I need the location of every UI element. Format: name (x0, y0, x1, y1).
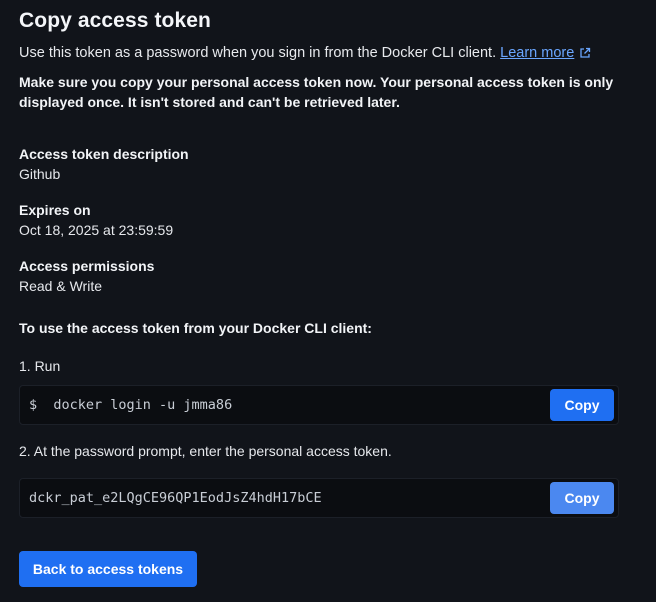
copy-token-button[interactable]: Copy (550, 482, 614, 514)
permissions-label: Access permissions (19, 258, 155, 274)
step-1-label: 1. Run (19, 358, 61, 374)
copy-warning: Make sure you copy your personal access … (19, 74, 614, 110)
external-link-icon (579, 47, 591, 63)
login-command-text[interactable]: $ docker login -u jmma86 (29, 397, 232, 413)
instructions-heading: To use the access token from your Docker… (19, 320, 372, 336)
subtitle-text: Use this token as a password when you si… (19, 45, 497, 61)
copy-access-token-dialog: Copy access token Use this token as a pa… (0, 0, 656, 602)
dialog-subtitle: Use this token as a password when you si… (19, 45, 591, 63)
token-text[interactable]: dckr_pat_e2LQgCE96QP1EodJsZ4hdH17bCE (29, 490, 322, 506)
learn-more-label: Learn more (500, 45, 575, 61)
back-to-access-tokens-button[interactable]: Back to access tokens (19, 551, 197, 587)
dialog-title: Copy access token (19, 9, 211, 32)
learn-more-link[interactable]: Learn more (500, 45, 591, 61)
login-command-box: $ docker login -u jmma86 Copy (19, 385, 619, 425)
copy-command-button[interactable]: Copy (550, 389, 614, 421)
expires-value: Oct 18, 2025 at 23:59:59 (19, 222, 174, 238)
description-label: Access token description (19, 146, 189, 162)
step-2-label: 2. At the password prompt, enter the per… (19, 443, 392, 459)
expires-label: Expires on (19, 202, 91, 218)
description-value: Github (19, 166, 61, 182)
permissions-value: Read & Write (19, 278, 102, 294)
token-box: dckr_pat_e2LQgCE96QP1EodJsZ4hdH17bCE Cop… (19, 478, 619, 518)
